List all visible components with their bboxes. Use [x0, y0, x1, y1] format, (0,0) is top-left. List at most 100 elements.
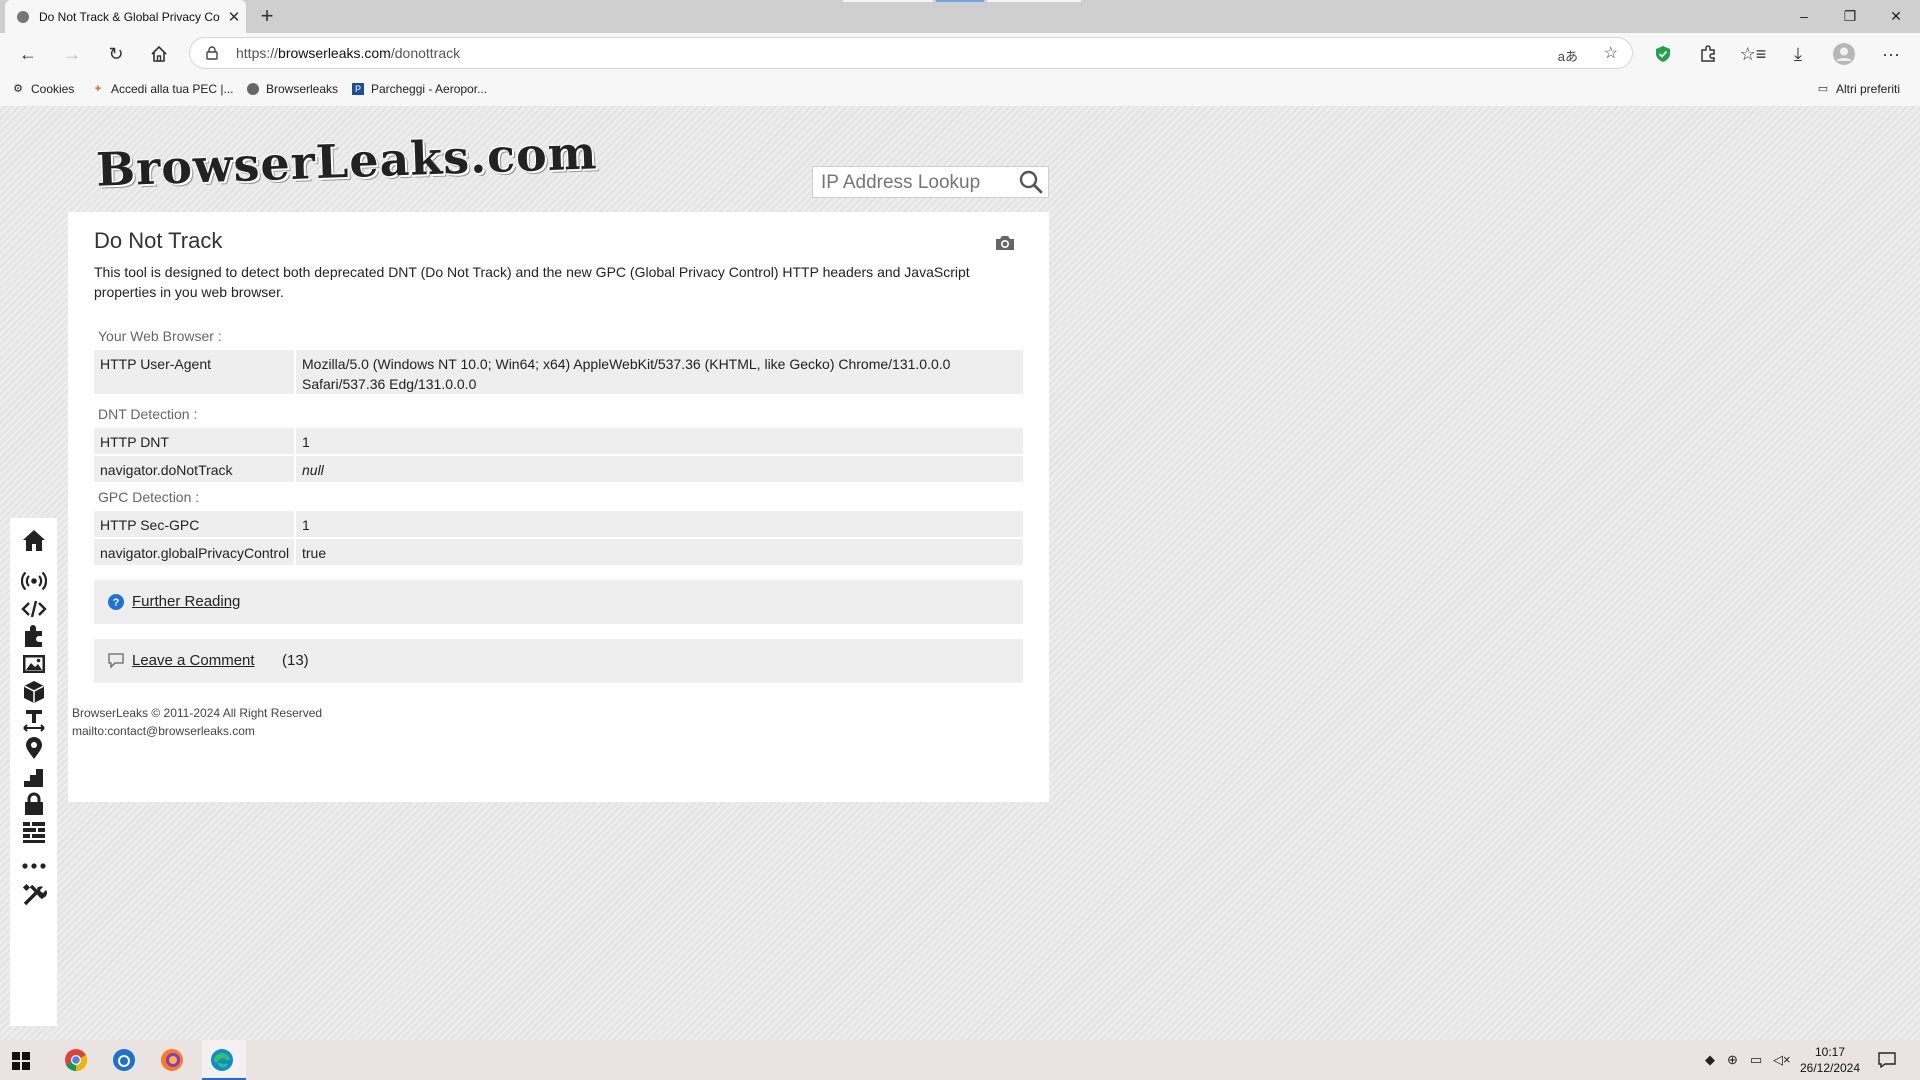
thunderbird-icon[interactable] [112, 1048, 136, 1072]
grid-icon[interactable] [21, 819, 47, 845]
comments-panel: Leave a Comment (13) [94, 639, 1023, 683]
table-row: HTTP DNT 1 [94, 428, 1023, 454]
edge-icon[interactable] [210, 1048, 234, 1072]
url-host: browserleaks.com [278, 45, 391, 61]
bookmark-browserleaks[interactable]: Browserleaks [247, 82, 338, 96]
page-footer: BrowserLeaks © 2011-2024 All Right Reser… [72, 704, 322, 740]
stairs-icon[interactable] [21, 763, 47, 789]
comment-count: (13) [282, 652, 309, 669]
tab-active[interactable]: Do Not Track & Global Privacy Co ✕ [5, 0, 246, 33]
network-icon[interactable]: ▭ [1750, 1052, 1762, 1068]
forward-button[interactable]: → [56, 38, 88, 70]
plus-icon: + [94, 83, 102, 95]
titlebar-decoration [936, 0, 984, 2]
help-icon: ? [108, 594, 124, 610]
volume-muted-icon[interactable]: ◁× [1773, 1052, 1791, 1068]
read-aloud-icon[interactable]: aあ [1558, 46, 1578, 65]
more-icon[interactable] [21, 853, 47, 879]
user-agent-line-1: Mozilla/5.0 (Windows NT 10.0; Win64; x64… [302, 356, 951, 372]
search-icon[interactable] [1018, 169, 1044, 195]
restore-button[interactable]: ❐ [1827, 0, 1873, 33]
url-scheme: https:// [236, 45, 279, 61]
leave-comment-link[interactable]: Leave a Comment [132, 652, 255, 669]
extensions-button[interactable] [1692, 38, 1724, 70]
browserleaks-icon [247, 83, 259, 95]
profile-button[interactable] [1828, 38, 1860, 70]
logo-text: BrowserLeaks.com [95, 125, 599, 197]
tools-sidebar [10, 518, 57, 1026]
row-value: Mozilla/5.0 (Windows NT 10.0; Win64; x64… [296, 350, 1023, 394]
close-tab-icon[interactable]: ✕ [222, 8, 246, 26]
close-window-button[interactable]: ✕ [1873, 0, 1919, 33]
home-icon [151, 45, 167, 62]
lock-icon[interactable] [21, 791, 47, 817]
table-row: navigator.doNotTrack null [94, 456, 1023, 482]
back-button[interactable]: ← [12, 38, 44, 70]
windows-start-icon[interactable] [12, 1052, 30, 1070]
bookmark-pec[interactable]: + Accedi alla tua PEC |... [92, 82, 234, 96]
favorites-button[interactable]: ☆≡ [1737, 38, 1769, 70]
image-icon[interactable] [21, 651, 47, 677]
row-key: HTTP User-Agent [94, 350, 294, 394]
chrome-icon[interactable] [64, 1048, 88, 1072]
other-favorites-folder[interactable]: ▭ Altri preferiti [1817, 82, 1900, 96]
ip-lookup-search [812, 166, 1049, 198]
minimize-button[interactable]: – [1781, 0, 1827, 33]
tools-icon[interactable] [21, 882, 47, 908]
row-key: HTTP DNT [94, 428, 294, 454]
further-reading-panel: ? Further Reading [94, 580, 1023, 624]
row-key: navigator.globalPrivacyControl [94, 539, 294, 565]
tray-security-icon[interactable]: ⊕ [1727, 1052, 1738, 1068]
user-agent-line-2: Safari/537.36 Edg/131.0.0.0 [302, 376, 477, 392]
text-width-icon[interactable] [21, 707, 47, 733]
navigation-toolbar: ← → ↻ https://browserleaks.com/donottrac… [0, 33, 1920, 74]
address-bar[interactable]: https://browserleaks.com/donottrack aあ ☆ [189, 37, 1633, 69]
downloads-button[interactable]: ⤓ [1782, 38, 1814, 70]
camera-icon[interactable] [994, 234, 1016, 252]
home-button[interactable] [143, 38, 175, 70]
row-key: HTTP Sec-GPC [94, 511, 294, 537]
tab-favicon-icon [17, 10, 29, 23]
windows-taskbar [0, 1040, 1920, 1080]
bookmark-label: Cookies [31, 82, 75, 96]
system-clock[interactable]: 10:17 26/12/2024 [1796, 1044, 1864, 1076]
svg-text:?: ? [113, 597, 120, 609]
bookmark-parcheggi[interactable]: P Parcheggi - Aeropor... [352, 82, 487, 96]
new-tab-button[interactable]: + [254, 4, 280, 30]
bookmark-label: Parcheggi - Aeropor... [371, 82, 488, 96]
shield-icon [1656, 46, 1670, 62]
puzzle-icon[interactable] [21, 624, 47, 650]
lock-icon[interactable] [206, 46, 218, 63]
page-description: This tool is designed to detect both dep… [94, 264, 970, 300]
code-icon[interactable] [21, 596, 47, 622]
row-value: true [296, 539, 1023, 565]
page-viewport: BrowserLeaks.com Do Not Track This tool … [0, 106, 1920, 1040]
further-reading-link[interactable]: Further Reading [132, 593, 240, 610]
tab-title: Do Not Track & Global Privacy Co [39, 9, 220, 24]
home-icon[interactable] [21, 527, 47, 553]
tray-app-icon[interactable]: ◆ [1705, 1052, 1715, 1068]
settings-more-button[interactable]: ··· [1875, 38, 1907, 70]
shield-extension-button[interactable] [1647, 38, 1679, 70]
url-path: /donottrack [390, 45, 461, 61]
bookmark-cookies[interactable]: ⚙ Cookies [12, 82, 74, 96]
parking-icon: P [352, 83, 364, 95]
ip-lookup-input[interactable] [819, 171, 1013, 195]
section-heading-browser: Your Web Browser : [98, 328, 222, 344]
firefox-icon[interactable] [160, 1048, 184, 1072]
notifications-icon[interactable] [1878, 1052, 1896, 1068]
location-pin-icon[interactable] [21, 735, 47, 761]
row-value: null [296, 456, 1023, 482]
cube-icon[interactable] [21, 679, 47, 705]
reload-button[interactable]: ↻ [100, 38, 132, 70]
site-logo[interactable]: BrowserLeaks.com [95, 125, 598, 196]
antenna-icon[interactable] [21, 568, 47, 594]
url-text: https://browserleaks.com/donottrack [236, 45, 460, 61]
row-value: 1 [296, 428, 1023, 454]
section-heading-dnt: DNT Detection : [98, 406, 198, 422]
puzzle-icon [1701, 45, 1715, 62]
favorite-star-icon[interactable]: ☆ [1604, 43, 1618, 63]
bookmark-label: Browserleaks [266, 82, 339, 96]
comment-icon [108, 653, 124, 668]
contact-link[interactable]: mailto:contact@browserleaks.com [72, 722, 322, 740]
